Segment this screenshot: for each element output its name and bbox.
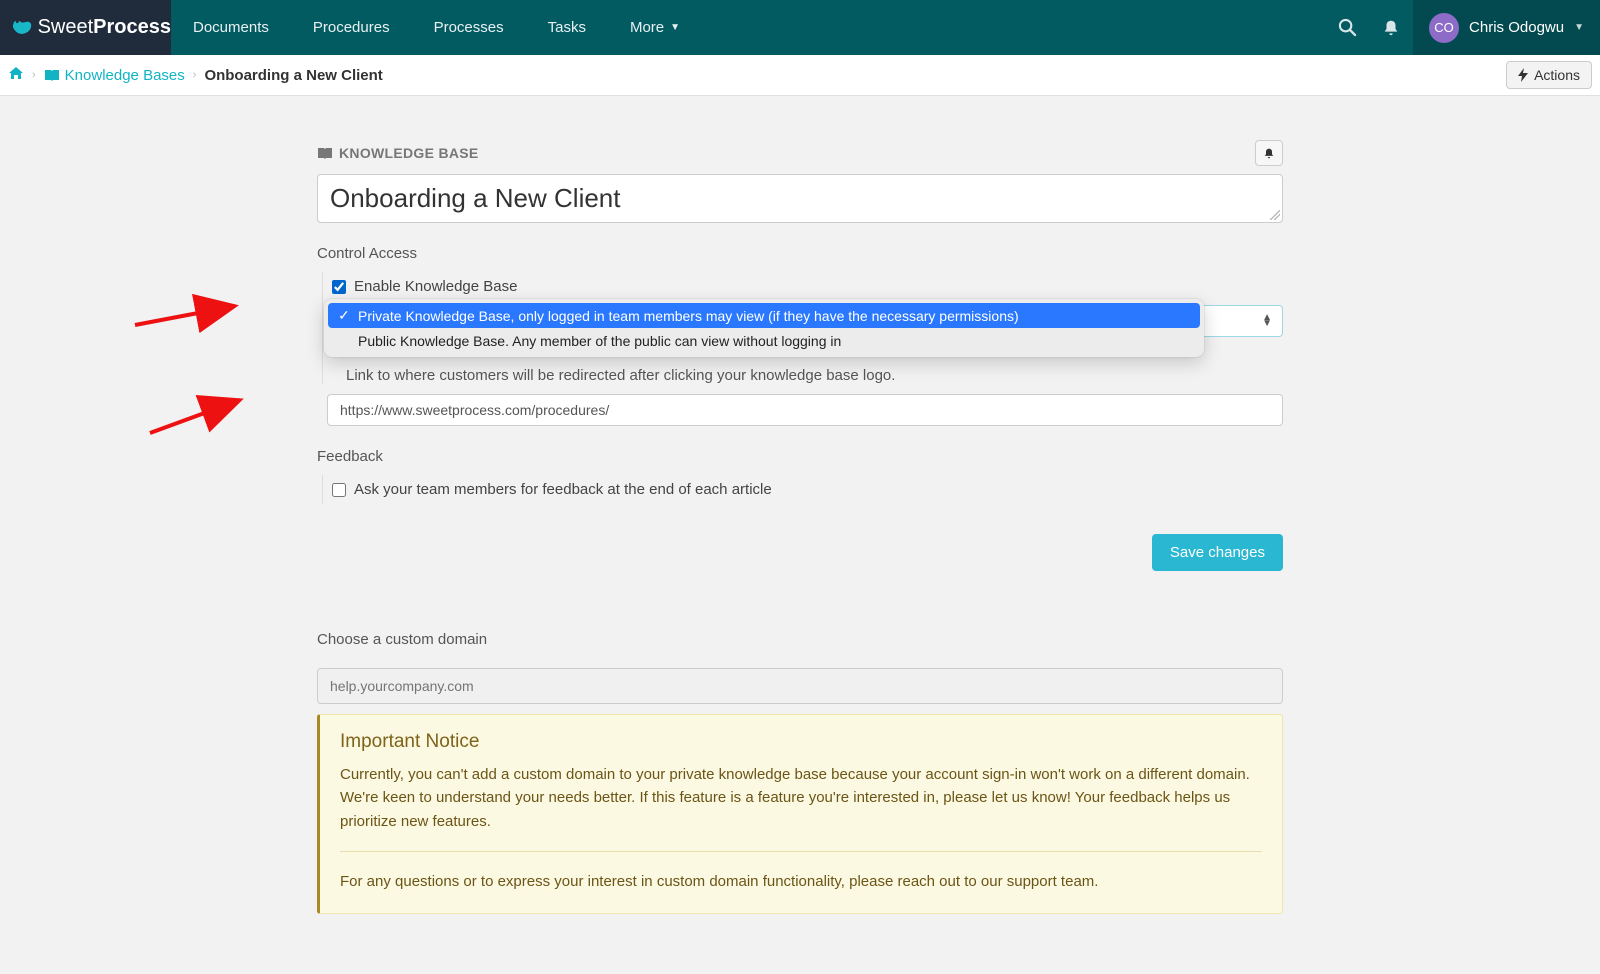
home-link[interactable] — [8, 66, 24, 84]
save-button[interactable]: Save changes — [1152, 534, 1283, 571]
logo-icon — [10, 17, 34, 39]
main-content: KNOWLEDGE BASE Control Access Enable Kno… — [317, 96, 1283, 974]
notice-divider — [340, 851, 1262, 852]
resize-handle-icon[interactable] — [1270, 210, 1280, 220]
nav-procedures[interactable]: Procedures — [291, 0, 412, 55]
feedback-heading: Feedback — [317, 448, 1283, 465]
chevron-down-icon: ▼ — [670, 22, 680, 33]
breadcrumb-separator: › — [32, 69, 36, 81]
user-name: Chris Odogwu — [1469, 19, 1564, 36]
important-notice: Important Notice Currently, you can't ad… — [317, 714, 1283, 914]
search-icon — [1338, 18, 1357, 37]
logo[interactable]: SweetProcess — [0, 0, 171, 55]
notice-body-2: For any questions or to express your int… — [340, 870, 1262, 893]
section-label: KNOWLEDGE BASE — [317, 145, 479, 161]
notice-title: Important Notice — [340, 731, 1262, 753]
enable-kb-label: Enable Knowledge Base — [354, 278, 517, 295]
chevron-down-icon: ▼ — [1574, 22, 1584, 33]
nav-items: Documents Procedures Processes Tasks Mor… — [171, 0, 702, 55]
access-select[interactable]: ▲▼ ✓ Private Knowledge Base, only logged… — [332, 305, 1283, 337]
feedback-label: Ask your team members for feedback at th… — [354, 481, 772, 498]
annotation-arrow-2 — [140, 385, 260, 445]
kb-title-input[interactable] — [330, 183, 1270, 214]
knowledge-bases-link[interactable]: Knowledge Bases — [44, 67, 185, 84]
nav-more[interactable]: More▼ — [608, 0, 702, 55]
user-menu[interactable]: CO Chris Odogwu ▼ — [1413, 0, 1600, 55]
access-select-popup: ✓ Private Knowledge Base, only logged in… — [324, 299, 1204, 357]
breadcrumb-bar: › Knowledge Bases › Onboarding a New Cli… — [0, 55, 1600, 96]
nav-right: CO Chris Odogwu ▼ — [1325, 0, 1600, 55]
notice-body-1: Currently, you can't add a custom domain… — [340, 763, 1262, 833]
notifications-button[interactable] — [1369, 0, 1413, 55]
check-icon: ✓ — [338, 307, 350, 324]
logo-link-help: Link to where customers will be redirect… — [346, 367, 1283, 384]
lightning-icon — [1518, 68, 1528, 82]
bell-icon — [1382, 19, 1400, 37]
control-access-block: Enable Knowledge Base ▲▼ ✓ Private Knowl… — [322, 272, 1283, 384]
subscribe-button[interactable] — [1255, 140, 1283, 166]
nav-documents[interactable]: Documents — [171, 0, 291, 55]
breadcrumb-current: Onboarding a New Client — [204, 67, 382, 84]
breadcrumb: › Knowledge Bases › Onboarding a New Cli… — [8, 66, 383, 84]
nav-processes[interactable]: Processes — [412, 0, 526, 55]
custom-domain-input — [317, 668, 1283, 704]
logo-text: SweetProcess — [38, 16, 171, 39]
access-option-public[interactable]: ✓ Public Knowledge Base. Any member of t… — [328, 328, 1200, 353]
actions-button[interactable]: Actions — [1506, 61, 1592, 89]
title-input-wrap — [317, 174, 1283, 223]
breadcrumb-separator: › — [193, 69, 197, 81]
logo-link-input[interactable] — [327, 394, 1283, 426]
feedback-checkbox[interactable] — [332, 483, 346, 497]
search-button[interactable] — [1325, 0, 1369, 55]
book-icon — [317, 147, 333, 160]
home-icon — [8, 66, 24, 80]
enable-kb-checkbox[interactable] — [332, 280, 346, 294]
annotation-arrow-1 — [125, 280, 255, 335]
top-navigation: SweetProcess Documents Procedures Proces… — [0, 0, 1600, 55]
book-icon — [44, 69, 60, 82]
access-option-private[interactable]: ✓ Private Knowledge Base, only logged in… — [328, 303, 1200, 328]
custom-domain-heading: Choose a custom domain — [317, 631, 1283, 648]
control-access-heading: Control Access — [317, 245, 1283, 262]
bell-icon — [1263, 147, 1275, 160]
select-arrows-icon: ▲▼ — [1262, 315, 1272, 327]
nav-tasks[interactable]: Tasks — [526, 0, 608, 55]
avatar: CO — [1429, 13, 1459, 43]
